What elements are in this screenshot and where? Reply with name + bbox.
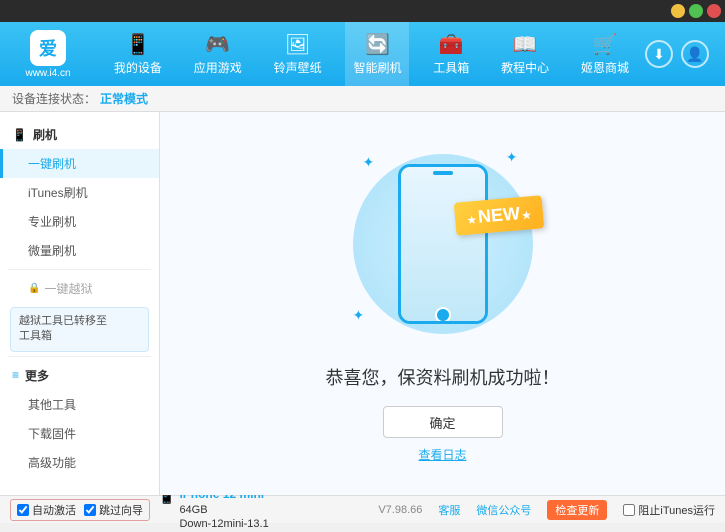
maximize-button[interactable] bbox=[689, 4, 703, 18]
skip-wizard-label: 跳过向导 bbox=[99, 502, 143, 518]
sidebar-jailbreak-section: 🔒 一键越狱 bbox=[0, 274, 159, 303]
lock-icon: 🔒 bbox=[28, 283, 40, 294]
sidebar-section-flash: 📱 刷机 bbox=[0, 120, 159, 149]
sidebar-item-other-tools[interactable]: 其他工具 bbox=[0, 390, 159, 419]
header: 爱 www.i4.cn 📱 我的设备 🎮 应用游戏 🖼 铃声壁纸 🔄 智能刷机 … bbox=[0, 22, 725, 86]
nav-wallpaper[interactable]: 🖼 铃声壁纸 bbox=[266, 22, 330, 86]
flash-section-icon: 📱 bbox=[12, 128, 27, 142]
main-layout: 📱 刷机 一键刷机 iTunes刷机 专业刷机 微量刷机 🔒 一键越狱 越狱工具… bbox=[0, 112, 725, 495]
customer-service-link[interactable]: 客服 bbox=[438, 502, 460, 518]
sidebar-notice-text: 越狱工具已转移至 工具箱 bbox=[19, 315, 107, 342]
nav-smart-flash-label: 智能刷机 bbox=[353, 59, 401, 76]
nav-smart-flash[interactable]: 🔄 智能刷机 bbox=[345, 22, 409, 86]
nav-apps[interactable]: 🎮 应用游戏 bbox=[186, 22, 250, 86]
wallpaper-icon: 🖼 bbox=[285, 32, 310, 57]
other-tools-label: 其他工具 bbox=[28, 398, 76, 412]
phone-screen bbox=[401, 167, 485, 321]
phone-illustration: NEW ✦ ✦ ✦ bbox=[343, 144, 543, 344]
sidebar-item-one-click-flash[interactable]: 一键刷机 bbox=[0, 149, 159, 178]
sidebar-section-more-label: 更多 bbox=[25, 367, 49, 384]
logo[interactable]: 爱 www.i4.cn bbox=[8, 29, 88, 79]
nav-toolbox-label: 工具箱 bbox=[433, 59, 469, 76]
sidebar-section-flash-label: 刷机 bbox=[33, 126, 57, 143]
more-section-icon: ≡ bbox=[12, 368, 19, 382]
secondary-link[interactable]: 查看日志 bbox=[418, 446, 466, 463]
store-icon: 🛒 bbox=[593, 32, 618, 57]
stop-itunes-text: 阻止iTunes运行 bbox=[638, 502, 715, 518]
user-button[interactable]: 👤 bbox=[681, 40, 709, 68]
confirm-button[interactable]: 确定 bbox=[383, 406, 503, 438]
nav-store-label: 姬恩商城 bbox=[581, 59, 629, 76]
nav-store[interactable]: 🛒 姬恩商城 bbox=[573, 22, 637, 86]
auto-connect-label: 自动激活 bbox=[32, 502, 76, 518]
download-firmware-label: 下载固件 bbox=[28, 427, 76, 441]
advanced-label: 高级功能 bbox=[28, 456, 76, 470]
logo-text: www.i4.cn bbox=[25, 68, 70, 79]
sparkle-3-icon: ✦ bbox=[353, 307, 365, 324]
nav-tutorial-label: 教程中心 bbox=[501, 59, 549, 76]
logo-icon: 爱 bbox=[30, 30, 66, 66]
phone-home-button bbox=[435, 307, 451, 323]
wechat-link[interactable]: 微信公众号 bbox=[476, 502, 531, 518]
auto-connect-checkbox[interactable] bbox=[17, 504, 29, 516]
pro-flash-label: 专业刷机 bbox=[28, 215, 76, 229]
sidebar-item-download-firmware[interactable]: 下载固件 bbox=[0, 419, 159, 448]
sidebar-section-more: ≡ 更多 bbox=[0, 361, 159, 390]
bottom-right: V7.98.66 客服 微信公众号 检查更新 阻止iTunes运行 bbox=[378, 500, 715, 520]
sidebar-item-data-flash[interactable]: 微量刷机 bbox=[0, 236, 159, 265]
phone-icon: 📱 bbox=[125, 32, 150, 57]
sidebar: 📱 刷机 一键刷机 iTunes刷机 专业刷机 微量刷机 🔒 一键越狱 越狱工具… bbox=[0, 112, 160, 495]
download-button[interactable]: ⬇ bbox=[645, 40, 673, 68]
data-flash-label: 微量刷机 bbox=[28, 244, 76, 258]
checkbox-group: 自动激活 跳过向导 bbox=[10, 499, 150, 521]
sparkle-2-icon: ✦ bbox=[506, 149, 518, 166]
close-button[interactable] bbox=[707, 4, 721, 18]
bottom-bar: 自动激活 跳过向导 📱 iPhone 12 mini 64GB Down-12m… bbox=[0, 495, 725, 523]
title-bar bbox=[0, 0, 725, 22]
skip-wizard-checkbox[interactable] bbox=[84, 504, 96, 516]
one-click-flash-label: 一键刷机 bbox=[28, 157, 76, 171]
stop-itunes-label[interactable]: 阻止iTunes运行 bbox=[623, 502, 715, 518]
success-text: 恭喜您，保资料刷机成功啦！ bbox=[326, 364, 560, 390]
check-update-button[interactable]: 检查更新 bbox=[547, 500, 607, 520]
nav-my-device[interactable]: 📱 我的设备 bbox=[106, 22, 170, 86]
sidebar-divider-1 bbox=[8, 269, 151, 270]
device-storage: 64GB bbox=[179, 503, 268, 517]
phone-body bbox=[398, 164, 488, 324]
sidebar-item-advanced[interactable]: 高级功能 bbox=[0, 448, 159, 477]
nav-tutorial[interactable]: 📖 教程中心 bbox=[493, 22, 557, 86]
nav-items: 📱 我的设备 🎮 应用游戏 🖼 铃声壁纸 🔄 智能刷机 🧰 工具箱 📖 教程中心… bbox=[98, 22, 645, 86]
sidebar-notice: 越狱工具已转移至 工具箱 bbox=[10, 307, 149, 352]
jailbreak-label: 一键越狱 bbox=[44, 280, 92, 297]
stop-itunes-checkbox[interactable] bbox=[623, 504, 635, 516]
nav-apps-label: 应用游戏 bbox=[194, 59, 242, 76]
version-text: V7.98.66 bbox=[378, 504, 422, 516]
toolbox-icon: 🧰 bbox=[439, 32, 464, 57]
sidebar-item-pro-flash[interactable]: 专业刷机 bbox=[0, 207, 159, 236]
minimize-button[interactable] bbox=[671, 4, 685, 18]
auto-connect-checkbox-label[interactable]: 自动激活 bbox=[17, 502, 76, 518]
itunes-flash-label: iTunes刷机 bbox=[28, 186, 88, 200]
device-firmware: Down-12mini-13.1 bbox=[179, 517, 268, 531]
sidebar-item-itunes-flash[interactable]: iTunes刷机 bbox=[0, 178, 159, 207]
flash-icon: 🔄 bbox=[365, 32, 390, 57]
nav-toolbox[interactable]: 🧰 工具箱 bbox=[425, 22, 477, 86]
status-value: 正常模式 bbox=[100, 90, 148, 107]
main-content: NEW ✦ ✦ ✦ 恭喜您，保资料刷机成功啦！ 确定 查看日志 bbox=[160, 112, 725, 495]
sidebar-divider-2 bbox=[8, 356, 151, 357]
status-bar: 设备连接状态： 正常模式 bbox=[0, 86, 725, 112]
nav-wallpaper-label: 铃声壁纸 bbox=[274, 59, 322, 76]
phone-speaker bbox=[433, 171, 453, 175]
game-icon: 🎮 bbox=[205, 32, 230, 57]
sparkle-1-icon: ✦ bbox=[363, 154, 375, 171]
tutorial-icon: 📖 bbox=[513, 32, 538, 57]
skip-wizard-checkbox-label[interactable]: 跳过向导 bbox=[84, 502, 143, 518]
nav-my-device-label: 我的设备 bbox=[114, 59, 162, 76]
status-label: 设备连接状态： bbox=[12, 90, 96, 107]
nav-right: ⬇ 👤 bbox=[645, 40, 709, 68]
